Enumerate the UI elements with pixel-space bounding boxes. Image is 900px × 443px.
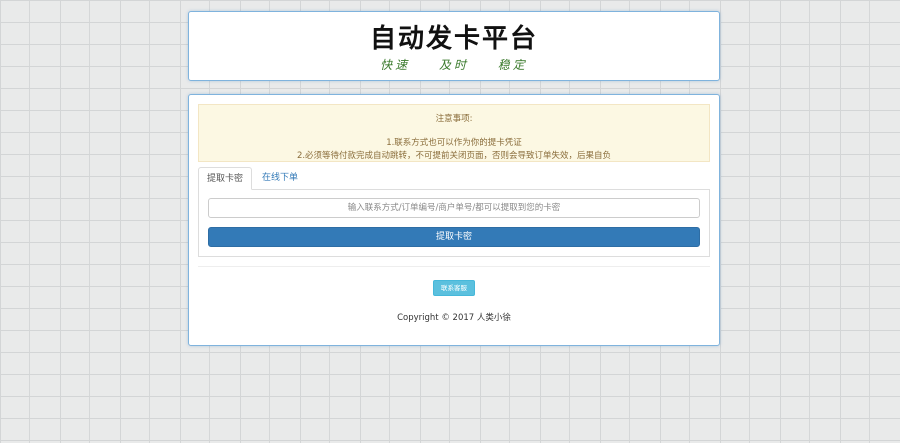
tab-content-extract: 提取卡密 bbox=[198, 189, 710, 257]
notice-line-1: 1.联系方式也可以作为你的提卡凭证 bbox=[386, 138, 522, 148]
tab-online-order[interactable]: 在线下单 bbox=[260, 167, 300, 189]
copyright-text: Copyright © 2017 人类小徐 bbox=[397, 313, 511, 323]
header-panel: 自动发卡平台 快速 及时 稳定 bbox=[188, 11, 720, 81]
tab-bar: 提取卡密 在线下单 bbox=[198, 167, 710, 190]
site-title: 自动发卡平台 bbox=[369, 24, 538, 54]
notice-line-2: 2.必须等待付款完成自动跳转，不可提前关闭页面，否则会导致订单失效，后果自负 bbox=[296, 151, 612, 161]
divider bbox=[198, 266, 710, 267]
notice-title: 注意事项: bbox=[435, 114, 473, 124]
query-input[interactable] bbox=[208, 198, 700, 218]
extract-card-button[interactable]: 提取卡密 bbox=[208, 227, 700, 247]
tab-extract-card[interactable]: 提取卡密 bbox=[198, 167, 252, 190]
contact-support-button[interactable]: 联系客服 bbox=[433, 280, 475, 296]
notice-alert: 注意事项: 1.联系方式也可以作为你的提卡凭证 2.必须等待付款完成自动跳转，不… bbox=[198, 104, 710, 162]
site-slogan: 快速 及时 稳定 bbox=[380, 58, 528, 72]
main-panel: 注意事项: 1.联系方式也可以作为你的提卡凭证 2.必须等待付款完成自动跳转，不… bbox=[188, 94, 720, 346]
